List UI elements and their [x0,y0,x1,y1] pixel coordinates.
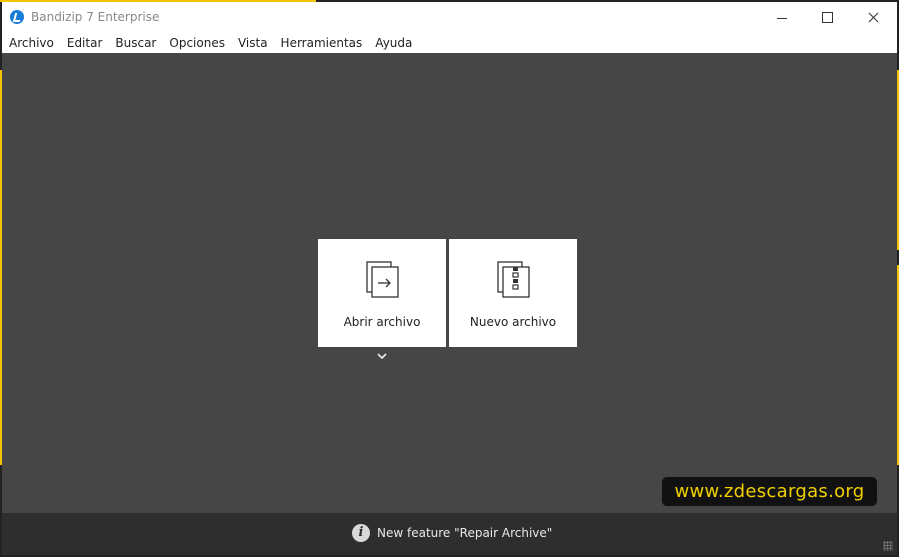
new-archive-label: Nuevo archivo [469,315,557,329]
new-archive-button[interactable]: Nuevo archivo [449,239,577,347]
menu-herramientas[interactable]: Herramientas [278,36,366,50]
status-footer: i New feature "Repair Archive" [2,513,897,555]
info-icon: i [352,524,370,542]
window-title: Bandizip 7 Enterprise [31,10,160,24]
watermark: www.zdescargas.org [662,477,877,506]
resize-grip-icon[interactable] [883,541,893,551]
menu-bar: Archivo Editar Buscar Opciones Vista Her… [2,33,897,53]
app-window: Bandizip 7 Enterprise Archivo Editar Bus… [2,2,897,555]
menu-ayuda[interactable]: Ayuda [372,36,415,50]
close-button[interactable] [850,2,896,33]
menu-buscar[interactable]: Buscar [112,36,159,50]
main-area: Abrir archivo Nuevo archivo www.zdescarg… [2,53,897,513]
feature-notice-link[interactable]: New feature "Repair Archive" [377,526,552,540]
open-archive-label: Abrir archivo [343,315,421,329]
menu-archivo[interactable]: Archivo [6,36,57,50]
maximize-button[interactable] [804,2,850,33]
open-archive-button[interactable]: Abrir archivo [318,239,446,347]
menu-opciones[interactable]: Opciones [166,36,228,50]
title-bar[interactable]: Bandizip 7 Enterprise [2,2,897,33]
new-archive-icon [497,261,530,298]
menu-vista[interactable]: Vista [235,36,271,50]
bandizip-logo-icon [10,10,24,24]
menu-editar[interactable]: Editar [64,36,106,50]
chevron-down-icon[interactable] [376,351,388,361]
open-archive-icon [366,261,399,298]
minimize-button[interactable] [758,2,804,33]
